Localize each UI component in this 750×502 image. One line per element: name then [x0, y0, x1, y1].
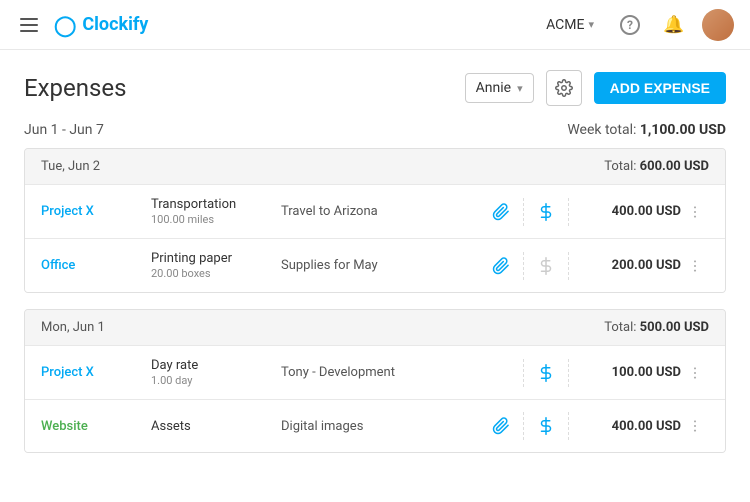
user-avatar[interactable]: [702, 9, 734, 41]
page-header: Expenses Annie ▾ ADD EXPENSE: [24, 70, 726, 106]
expense-group: Mon, Jun 1 Total: 500.00 USD Project X D…: [24, 309, 726, 453]
expense-row: Office Printing paper 20.00 boxes Suppli…: [25, 238, 725, 292]
attachment-col[interactable]: [481, 417, 521, 435]
help-button[interactable]: ?: [614, 9, 646, 41]
expense-category: Printing paper 20.00 boxes: [151, 251, 281, 280]
dots-vertical-icon: [687, 418, 703, 434]
expense-note: Tony - Development: [281, 365, 481, 380]
company-selector[interactable]: ACME ▾: [538, 13, 602, 37]
expense-note: Digital images: [281, 419, 481, 434]
week-total-value: 1,100.00 USD: [640, 122, 726, 138]
col-divider: [523, 252, 524, 280]
expense-project[interactable]: Office: [41, 258, 151, 273]
group-total-value: 500.00 USD: [640, 320, 709, 335]
group-total-value: 600.00 USD: [640, 159, 709, 174]
group-date: Mon, Jun 1: [41, 320, 604, 335]
expense-menu-button[interactable]: [681, 204, 709, 220]
avatar-image: [702, 9, 734, 41]
paperclip-icon: [492, 417, 510, 435]
logo-text: Clockify: [82, 14, 148, 35]
attachment-col[interactable]: [481, 257, 521, 275]
col-divider: [523, 198, 524, 226]
gear-icon: [555, 79, 573, 97]
col-divider: [568, 252, 569, 280]
dollar-inactive-icon: [537, 257, 555, 275]
group-header: Tue, Jun 2 Total: 600.00 USD: [25, 149, 725, 184]
expense-note: Supplies for May: [281, 258, 481, 273]
app-logo: ◯ Clockify: [54, 13, 148, 37]
expense-project[interactable]: Project X: [41, 204, 151, 219]
dots-vertical-icon: [687, 258, 703, 274]
week-total: Week total: 1,100.00 USD: [567, 122, 726, 138]
menu-button[interactable]: [16, 14, 42, 36]
paperclip-icon: [492, 203, 510, 221]
billable-col[interactable]: [526, 257, 566, 275]
company-name: ACME: [546, 17, 584, 33]
billable-col[interactable]: [526, 364, 566, 382]
category-name: Printing paper: [151, 251, 281, 266]
col-divider: [568, 412, 569, 440]
user-filter-dropdown[interactable]: Annie ▾: [465, 73, 534, 103]
date-range: Jun 1 - Jun 7: [24, 122, 567, 138]
filter-value: Annie: [476, 80, 511, 96]
dollar-active-icon: [537, 203, 555, 221]
col-divider: [523, 359, 524, 387]
expense-project[interactable]: Website: [41, 419, 151, 434]
dots-vertical-icon: [687, 365, 703, 381]
paperclip-icon: [492, 257, 510, 275]
group-total: Total: 500.00 USD: [604, 320, 709, 335]
category-detail: 20.00 boxes: [151, 267, 281, 280]
expense-category: Transportation 100.00 miles: [151, 197, 281, 226]
filter-chevron-icon: ▾: [517, 82, 523, 95]
billable-col[interactable]: [526, 417, 566, 435]
expense-group: Tue, Jun 2 Total: 600.00 USD Project X T…: [24, 148, 726, 293]
dollar-active-icon: [537, 417, 555, 435]
expense-project[interactable]: Project X: [41, 365, 151, 380]
dots-vertical-icon: [687, 204, 703, 220]
dollar-active-icon: [537, 364, 555, 382]
company-chevron-icon: ▾: [588, 18, 594, 31]
date-range-row: Jun 1 - Jun 7 Week total: 1,100.00 USD: [24, 122, 726, 138]
expense-amount: 200.00 USD: [571, 258, 681, 273]
group-header: Mon, Jun 1 Total: 500.00 USD: [25, 310, 725, 345]
expense-groups: Tue, Jun 2 Total: 600.00 USD Project X T…: [24, 148, 726, 453]
page-title: Expenses: [24, 74, 453, 102]
bell-icon: 🔔: [663, 15, 684, 35]
expense-menu-button[interactable]: [681, 258, 709, 274]
category-name: Assets: [151, 419, 281, 434]
attachment-col: [481, 364, 521, 382]
billable-col[interactable]: [526, 203, 566, 221]
col-divider: [523, 412, 524, 440]
expense-amount: 100.00 USD: [571, 365, 681, 380]
group-date: Tue, Jun 2: [41, 159, 604, 174]
expense-row: Website Assets Digital images 400.00 USD: [25, 399, 725, 452]
col-divider: [568, 359, 569, 387]
expense-menu-button[interactable]: [681, 418, 709, 434]
main-content: Expenses Annie ▾ ADD EXPENSE Jun 1 - Jun…: [0, 50, 750, 489]
notifications-button[interactable]: 🔔: [658, 9, 690, 41]
top-nav: ◯ Clockify ACME ▾ ? 🔔: [0, 0, 750, 50]
category-detail: 100.00 miles: [151, 213, 281, 226]
category-name: Day rate: [151, 358, 281, 373]
week-total-label: Week total:: [567, 122, 636, 138]
col-divider: [568, 198, 569, 226]
category-detail: 1.00 day: [151, 374, 281, 387]
expense-amount: 400.00 USD: [571, 204, 681, 219]
expense-category: Assets: [151, 419, 281, 434]
expense-menu-button[interactable]: [681, 365, 709, 381]
expense-category: Day rate 1.00 day: [151, 358, 281, 387]
settings-button[interactable]: [546, 70, 582, 106]
help-icon: ?: [620, 15, 640, 35]
expense-amount: 400.00 USD: [571, 419, 681, 434]
group-total: Total: 600.00 USD: [604, 159, 709, 174]
logo-icon: ◯: [54, 13, 76, 37]
expense-row: Project X Transportation 100.00 miles Tr…: [25, 184, 725, 238]
attachment-col[interactable]: [481, 203, 521, 221]
expense-note: Travel to Arizona: [281, 204, 481, 219]
add-expense-button[interactable]: ADD EXPENSE: [594, 72, 726, 104]
expense-row: Project X Day rate 1.00 day Tony - Devel…: [25, 345, 725, 399]
category-name: Transportation: [151, 197, 281, 212]
